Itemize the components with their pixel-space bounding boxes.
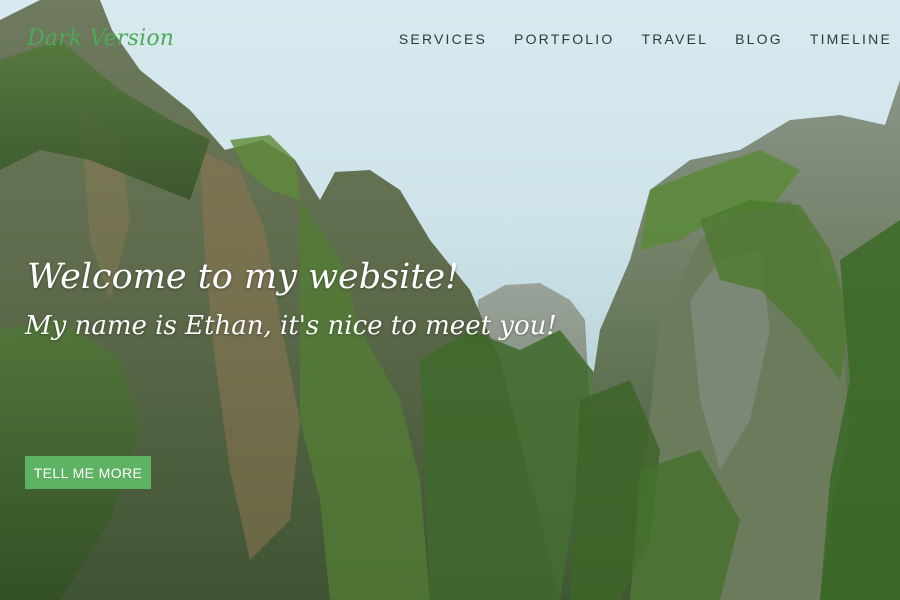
nav-link-portfolio[interactable]: PORTFOLIO (514, 31, 614, 47)
tell-me-more-button[interactable]: TELL ME MORE (25, 456, 151, 489)
nav-link-travel[interactable]: TRAVEL (641, 31, 708, 47)
nav-link-services[interactable]: SERVICES (399, 31, 487, 47)
nav-links: SERVICES PORTFOLIO TRAVEL BLOG TIMELINE (399, 31, 892, 47)
hero-title: Welcome to my website! (27, 257, 460, 297)
top-navbar: Dark Version SERVICES PORTFOLIO TRAVEL B… (0, 0, 900, 86)
hero-subtitle: My name is Ethan, it's nice to meet you! (25, 311, 557, 341)
nav-link-timeline[interactable]: TIMELINE (810, 31, 892, 47)
hero-background-image (0, 0, 900, 600)
brand-logo-link[interactable]: Dark Version (27, 26, 174, 51)
cliffs-illustration (0, 0, 900, 600)
nav-link-blog[interactable]: BLOG (735, 31, 783, 47)
